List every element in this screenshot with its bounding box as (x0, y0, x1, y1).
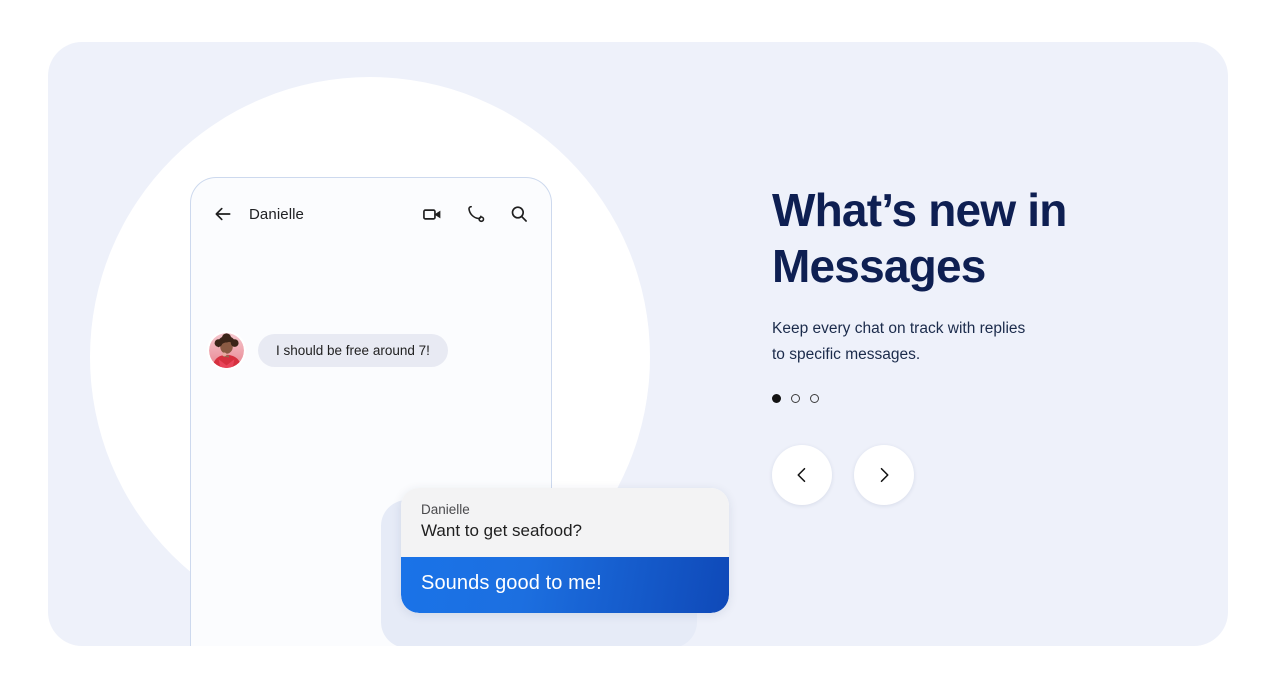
search-icon[interactable] (509, 204, 529, 224)
carousel-dot-1[interactable] (772, 394, 781, 403)
avatar (209, 333, 244, 368)
phone-mockup: Danielle I should be free around 7! Dani… (190, 177, 729, 646)
phone-call-icon[interactable] (466, 204, 486, 224)
incoming-message-row: I should be free around 7! (209, 333, 448, 368)
carousel-dot-3[interactable] (810, 394, 819, 403)
video-call-icon[interactable] (422, 204, 443, 225)
product-visual-stage: Danielle I should be free around 7! Dani… (48, 42, 748, 646)
chevron-right-icon (874, 465, 894, 485)
chevron-left-icon (792, 465, 812, 485)
carousel-prev-button[interactable] (772, 445, 832, 505)
carousel-next-button[interactable] (854, 445, 914, 505)
quoted-sender-name: Danielle (421, 502, 470, 517)
incoming-message-bubble: I should be free around 7! (258, 334, 448, 367)
conversation-title: Danielle (249, 205, 304, 223)
outgoing-reply-text: Sounds good to me! (421, 572, 602, 595)
app-bar-actions (422, 204, 529, 225)
page-title: What’s new in Messages (772, 184, 1067, 292)
carousel-nav (772, 445, 1172, 505)
back-arrow-icon[interactable] (213, 204, 233, 224)
outgoing-reply-bubble: Sounds good to me! (401, 557, 729, 614)
page-subtitle: Keep every chat on track with replies to… (772, 320, 1026, 363)
quoted-message-text: Want to get seafood? (421, 521, 582, 541)
reply-preview-composite: Danielle Want to get seafood? Sounds goo… (381, 488, 731, 646)
promo-card: Danielle I should be free around 7! Dani… (48, 42, 1228, 646)
carousel-dot-2[interactable] (791, 394, 800, 403)
quoted-message: Danielle Want to get seafood? (401, 488, 729, 558)
phone-app-bar: Danielle (191, 178, 551, 250)
carousel-dots (772, 394, 1172, 403)
content-panel: What’s new in Messages Keep every chat o… (772, 182, 1172, 505)
reply-card[interactable]: Danielle Want to get seafood? Sounds goo… (401, 488, 729, 614)
